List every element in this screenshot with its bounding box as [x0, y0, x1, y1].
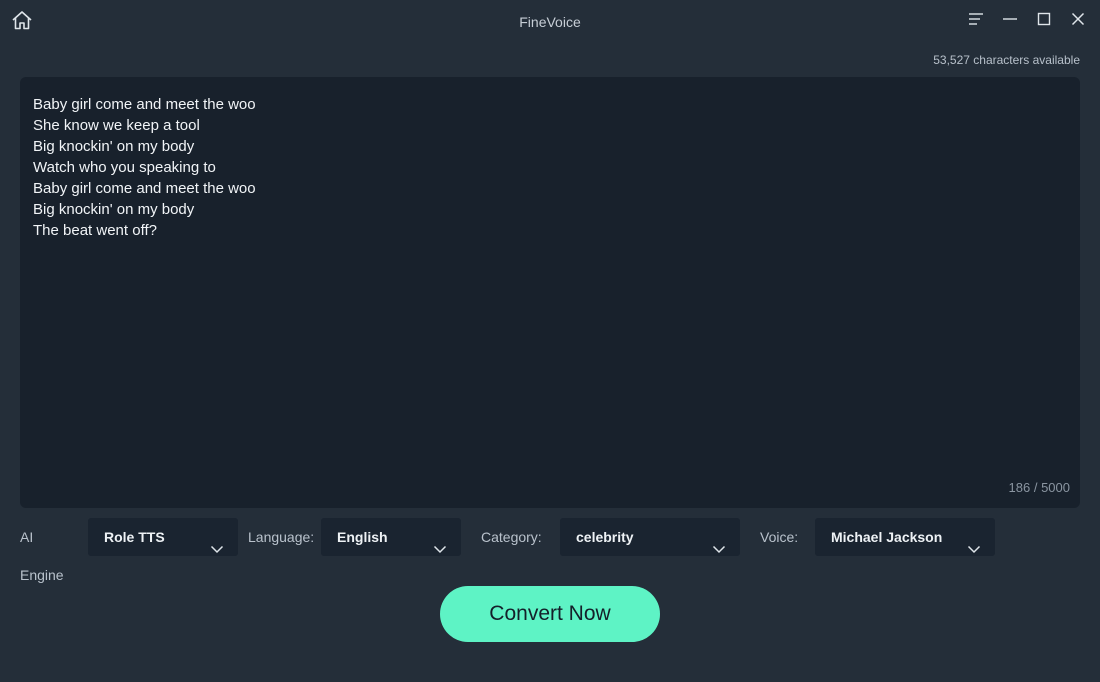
chevron-down-icon [967, 531, 981, 554]
minimize-button[interactable] [998, 8, 1022, 34]
language-label: Language: [248, 529, 315, 545]
category-select[interactable]: celebrity [560, 518, 740, 556]
title-bar: FineVoice [0, 0, 1100, 44]
voice-value: Michael Jackson [831, 529, 943, 545]
window-title: FineVoice [519, 14, 581, 30]
voice-select[interactable]: Michael Jackson [815, 518, 995, 556]
ai-engine-select[interactable]: Role TTS [88, 518, 238, 556]
maximize-button[interactable] [1032, 8, 1056, 34]
language-value: English [337, 529, 388, 545]
chevron-down-icon [712, 531, 726, 554]
minimize-icon [1002, 12, 1018, 31]
language-select[interactable]: English [321, 518, 461, 556]
chevron-down-icon [210, 531, 224, 554]
convert-now-button[interactable]: Convert Now [440, 586, 660, 642]
menu-icon [968, 12, 984, 31]
menu-button[interactable] [964, 8, 988, 34]
editor-text[interactable]: Baby girl come and meet the woo She know… [33, 94, 256, 241]
window-controls [964, 8, 1090, 34]
app-window: FineVoice 53,527 characters available Ba… [0, 0, 1100, 682]
ai-engine-label: AI Engine [20, 529, 64, 583]
voice-label: Voice: [760, 529, 799, 545]
chevron-down-icon [433, 531, 447, 554]
text-editor[interactable]: Baby girl come and meet the woo She know… [20, 77, 1080, 508]
ai-engine-value: Role TTS [104, 529, 165, 545]
characters-available: 53,527 characters available [933, 53, 1080, 67]
close-button[interactable] [1066, 8, 1090, 34]
maximize-icon [1037, 12, 1051, 31]
category-label: Category: [481, 529, 542, 545]
close-icon [1071, 12, 1085, 31]
character-counter: 186 / 5000 [1008, 480, 1070, 495]
category-value: celebrity [576, 529, 634, 545]
